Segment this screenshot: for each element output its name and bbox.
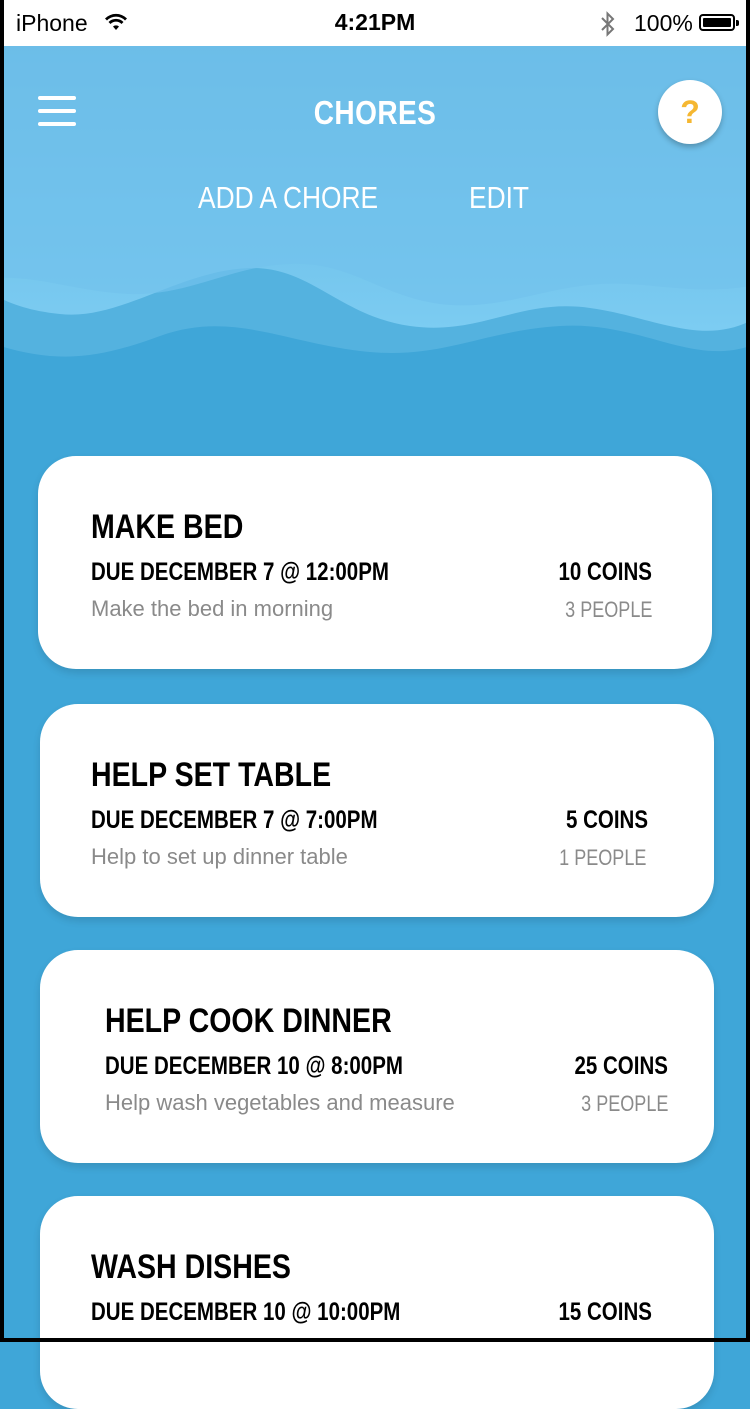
bluetooth-icon — [598, 10, 618, 43]
chore-description: Help to set up dinner table — [91, 844, 348, 869]
chore-card[interactable]: HELP COOK DINNER DUE DECEMBER 10 @ 8:00P… — [40, 950, 714, 1163]
battery-icon — [699, 14, 739, 31]
chore-due-date: DUE DECEMBER 10 @ 10:00PM — [91, 1298, 401, 1326]
chore-coins: 10 COINS — [558, 558, 652, 586]
help-button[interactable]: ? — [658, 80, 722, 144]
status-bar: iPhone 4:21PM 100% — [0, 0, 750, 46]
chore-card[interactable]: WASH DISHES DUE DECEMBER 10 @ 10:00PM 15… — [40, 1196, 714, 1409]
chore-card[interactable]: MAKE BED DUE DECEMBER 7 @ 12:00PM Make t… — [38, 456, 712, 669]
chore-description: Help wash vegetables and measure — [105, 1090, 455, 1115]
chore-due-date: DUE DECEMBER 7 @ 12:00PM — [91, 558, 389, 586]
page-title: CHORES — [313, 94, 437, 131]
chore-card[interactable]: HELP SET TABLE DUE DECEMBER 7 @ 7:00PM H… — [40, 704, 714, 917]
chore-coins: 25 COINS — [574, 1052, 668, 1080]
chore-name: WASH DISHES — [91, 1248, 291, 1286]
chore-people: 3 PEOPLE — [564, 597, 652, 622]
chore-people: 1 PEOPLE — [558, 845, 646, 870]
device-frame-bottom — [0, 1338, 750, 1342]
chore-name: HELP SET TABLE — [91, 756, 332, 794]
device-frame-right — [746, 0, 750, 1342]
chore-due-date: DUE DECEMBER 10 @ 8:00PM — [105, 1052, 403, 1080]
device-frame-left — [0, 0, 4, 1342]
add-chore-button[interactable]: ADD A CHORE — [198, 180, 378, 216]
edit-button[interactable]: EDIT — [469, 180, 529, 216]
chore-people: 3 PEOPLE — [580, 1091, 668, 1116]
chore-description: Make the bed in morning — [91, 596, 334, 621]
header: CHORES ? ADD A CHORE EDIT — [0, 46, 750, 366]
chore-due-date: DUE DECEMBER 7 @ 7:00PM — [91, 806, 378, 834]
battery-percentage: 100% — [634, 10, 693, 36]
chore-name: MAKE BED — [91, 508, 244, 546]
chore-name: HELP COOK DINNER — [105, 1002, 392, 1040]
chore-coins: 5 COINS — [565, 806, 648, 834]
chore-coins: 15 COINS — [558, 1298, 652, 1326]
